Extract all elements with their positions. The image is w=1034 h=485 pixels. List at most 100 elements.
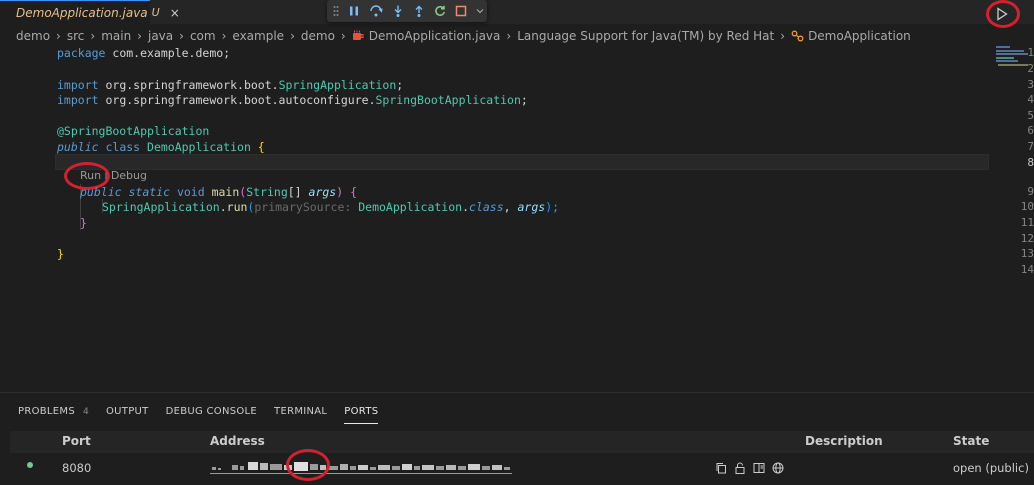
line-number: 5 bbox=[1027, 109, 1034, 122]
code-line-1[interactable]: package com.example.demo; bbox=[57, 45, 230, 61]
code-token: String bbox=[246, 185, 288, 199]
code-token: DemoApplication bbox=[140, 140, 251, 154]
code-token: ; bbox=[396, 78, 404, 92]
code-token: , bbox=[503, 200, 518, 214]
breadcrumb-item[interactable]: DemoApplication.java bbox=[369, 29, 501, 43]
code-line-13[interactable]: } bbox=[57, 246, 64, 262]
drag-handle-icon[interactable] bbox=[333, 4, 339, 18]
minimap-line bbox=[996, 57, 1014, 59]
breadcrumb-separator: › bbox=[221, 29, 227, 43]
code-token: args bbox=[517, 200, 546, 214]
tab-problems[interactable]: PROBLEMS 4 bbox=[18, 403, 89, 421]
step-over-icon[interactable] bbox=[369, 4, 383, 18]
breadcrumb-item[interactable]: Language Support for Java(TM) by Red Hat bbox=[517, 29, 774, 43]
breadcrumb-separator: › bbox=[780, 29, 786, 43]
inlay-hint: primarySource: bbox=[254, 200, 352, 214]
step-out-icon[interactable] bbox=[413, 4, 425, 18]
code-line-3[interactable]: import org.springframework.boot.SpringAp… bbox=[57, 77, 403, 93]
code-line-9[interactable]: public static void main(String[] args) { bbox=[80, 184, 357, 200]
line-number: 3 bbox=[1027, 78, 1034, 91]
panel-tabs: PROBLEMS 4 OUTPUT DEBUG CONSOLE TERMINAL … bbox=[18, 403, 395, 424]
code-token: public bbox=[80, 185, 122, 199]
stop-icon[interactable] bbox=[455, 4, 467, 18]
breadcrumb-separator: › bbox=[90, 29, 96, 43]
breadcrumb-item[interactable]: example bbox=[232, 29, 284, 43]
chevron-down-icon[interactable] bbox=[476, 4, 484, 18]
globe-icon[interactable] bbox=[771, 461, 784, 474]
code-token: package bbox=[57, 46, 106, 60]
restart-icon[interactable] bbox=[434, 4, 446, 18]
code-token: ); bbox=[545, 200, 560, 214]
tab-label: PROBLEMS bbox=[18, 406, 75, 417]
column-header-state[interactable]: State bbox=[953, 434, 989, 448]
code-token: args bbox=[301, 185, 337, 199]
step-into-icon[interactable] bbox=[392, 4, 404, 18]
forwarded-address-link-redacted[interactable] bbox=[210, 458, 514, 476]
code-token: } bbox=[57, 247, 64, 261]
tab-ports[interactable]: PORTS bbox=[344, 403, 379, 424]
lock-icon[interactable] bbox=[733, 461, 746, 474]
minimap-line bbox=[996, 50, 1024, 52]
minimap-line bbox=[996, 60, 1018, 62]
preview-icon[interactable] bbox=[752, 461, 765, 474]
code-token: class bbox=[98, 140, 141, 154]
line-number: 13 bbox=[1020, 247, 1034, 260]
code-token: org.springframework.boot. bbox=[98, 78, 279, 92]
code-line-7[interactable]: public class DemoApplication { bbox=[57, 139, 265, 155]
column-header-port[interactable]: Port bbox=[62, 434, 91, 448]
breadcrumb-item[interactable]: main bbox=[101, 29, 131, 43]
copy-icon[interactable] bbox=[714, 461, 727, 474]
code-token: void bbox=[170, 185, 205, 199]
problems-count-badge: 4 bbox=[82, 407, 90, 417]
code-token: SpringApplication bbox=[102, 200, 220, 214]
current-line-highlight bbox=[55, 154, 989, 170]
port-status-dot bbox=[27, 462, 33, 468]
debug-toolbar bbox=[327, 0, 487, 22]
code-token: @SpringBootApplication bbox=[57, 124, 210, 138]
line-number: 11 bbox=[1020, 216, 1034, 229]
code-token: SpringBootApplication bbox=[375, 93, 521, 107]
breadcrumb-item[interactable]: com bbox=[190, 29, 216, 43]
port-cell: 8080 bbox=[62, 461, 92, 475]
breadcrumb-item[interactable]: DemoApplication bbox=[808, 29, 911, 43]
breadcrumb-item[interactable]: demo bbox=[16, 29, 50, 43]
code-token: [] bbox=[287, 185, 302, 199]
breadcrumb-item[interactable]: demo bbox=[301, 29, 335, 43]
breadcrumb-separator: › bbox=[340, 29, 346, 43]
java-file-icon bbox=[352, 30, 364, 40]
tab-title: DemoApplication.java bbox=[16, 5, 148, 20]
code-token: . bbox=[219, 200, 227, 214]
breadcrumb-separator: › bbox=[137, 29, 142, 43]
code-token: class bbox=[469, 200, 504, 214]
minimap-line bbox=[998, 64, 1028, 66]
code-token: { bbox=[250, 140, 265, 154]
code-token: import bbox=[57, 93, 99, 107]
editor-tab-demoapplication[interactable]: DemoApplication.java U × bbox=[0, 0, 180, 24]
line-number: 6 bbox=[1027, 124, 1034, 137]
tab-output[interactable]: OUTPUT bbox=[106, 403, 149, 421]
port-state-cell: open (public) bbox=[953, 461, 1029, 475]
line-number: 9 bbox=[1027, 185, 1034, 198]
code-token: { bbox=[343, 185, 358, 199]
column-header-description[interactable]: Description bbox=[805, 434, 883, 448]
code-line-11[interactable]: } bbox=[80, 215, 87, 231]
line-number: 12 bbox=[1020, 232, 1034, 245]
pause-icon[interactable] bbox=[348, 4, 360, 18]
code-line-10[interactable]: SpringApplication.run(primarySource: Dem… bbox=[102, 199, 559, 215]
breadcrumb-separator: › bbox=[179, 29, 184, 43]
table-row[interactable] bbox=[10, 456, 1034, 480]
tab-close-icon[interactable]: × bbox=[170, 6, 180, 20]
breadcrumb-item[interactable]: java bbox=[148, 29, 173, 43]
minimap-line bbox=[996, 53, 1028, 55]
tab-debug-console[interactable]: DEBUG CONSOLE bbox=[166, 403, 257, 421]
highlight-circle-run-button bbox=[986, 0, 1020, 28]
column-header-address[interactable]: Address bbox=[210, 434, 265, 448]
code-token: org.springframework.boot.autoconfigure. bbox=[98, 93, 376, 107]
code-line-4[interactable]: import org.springframework.boot.autoconf… bbox=[57, 92, 528, 108]
tab-modified-badge: U bbox=[151, 6, 160, 19]
tab-terminal[interactable]: TERMINAL bbox=[274, 403, 327, 421]
line-number: 7 bbox=[1027, 140, 1034, 153]
codelens-debug-link[interactable]: Debug bbox=[111, 169, 147, 183]
breadcrumb-item[interactable]: src bbox=[67, 29, 85, 43]
code-line-6[interactable]: @SpringBootApplication bbox=[57, 123, 209, 139]
